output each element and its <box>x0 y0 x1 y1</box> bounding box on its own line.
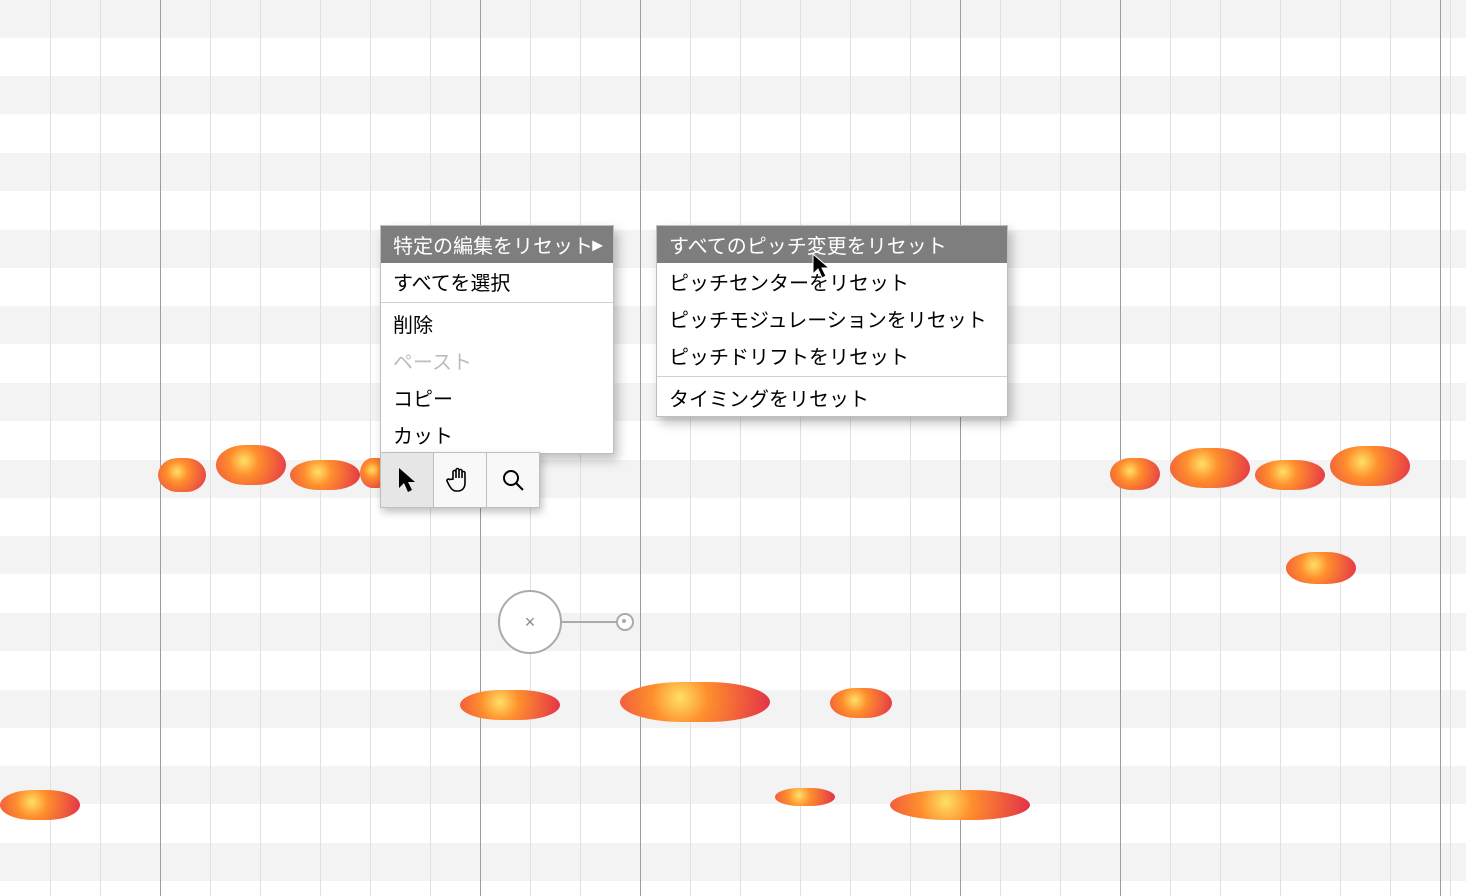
menu-cut[interactable]: カット <box>381 416 613 453</box>
pitch-editor-canvas[interactable]: × <box>0 0 1466 896</box>
zoom-tool[interactable] <box>487 453 539 507</box>
menu-copy[interactable]: コピー <box>381 379 613 416</box>
menu-paste: ペースト <box>381 342 613 379</box>
context-submenu[interactable]: すべてのピッチ変更をリセット ピッチセンターをリセット ピッチモジュレーションを… <box>656 225 1008 417</box>
submenu-reset-timing[interactable]: タイミングをリセット <box>657 379 1007 416</box>
menu-reset-specific[interactable]: 特定の編集をリセット ▶ <box>381 226 613 263</box>
menu-select-all[interactable]: すべてを選択 <box>381 263 613 300</box>
hand-icon <box>445 465 475 495</box>
tool-palette[interactable] <box>380 452 540 508</box>
scroll-handle[interactable]: × <box>498 590 634 654</box>
menu-separator <box>657 376 1007 377</box>
hand-tool[interactable] <box>434 453 487 507</box>
context-menu[interactable]: 特定の編集をリセット ▶ すべてを選択 削除 ペースト コピー カット <box>380 225 614 454</box>
submenu-reset-all-pitch[interactable]: すべてのピッチ変更をリセット <box>657 226 1007 263</box>
menu-delete[interactable]: 削除 <box>381 305 613 342</box>
pointer-tool[interactable] <box>381 453 434 507</box>
submenu-reset-pitch-drift[interactable]: ピッチドリフトをリセット <box>657 337 1007 374</box>
pointer-icon <box>396 466 418 494</box>
submenu-reset-pitch-center[interactable]: ピッチセンターをリセット <box>657 263 1007 300</box>
chevron-right-icon: ▶ <box>592 236 603 253</box>
submenu-reset-pitch-modulation[interactable]: ピッチモジュレーションをリセット <box>657 300 1007 337</box>
menu-separator <box>381 302 613 303</box>
scroll-ring-close-icon[interactable]: × <box>498 590 562 654</box>
magnifier-icon <box>500 467 526 493</box>
